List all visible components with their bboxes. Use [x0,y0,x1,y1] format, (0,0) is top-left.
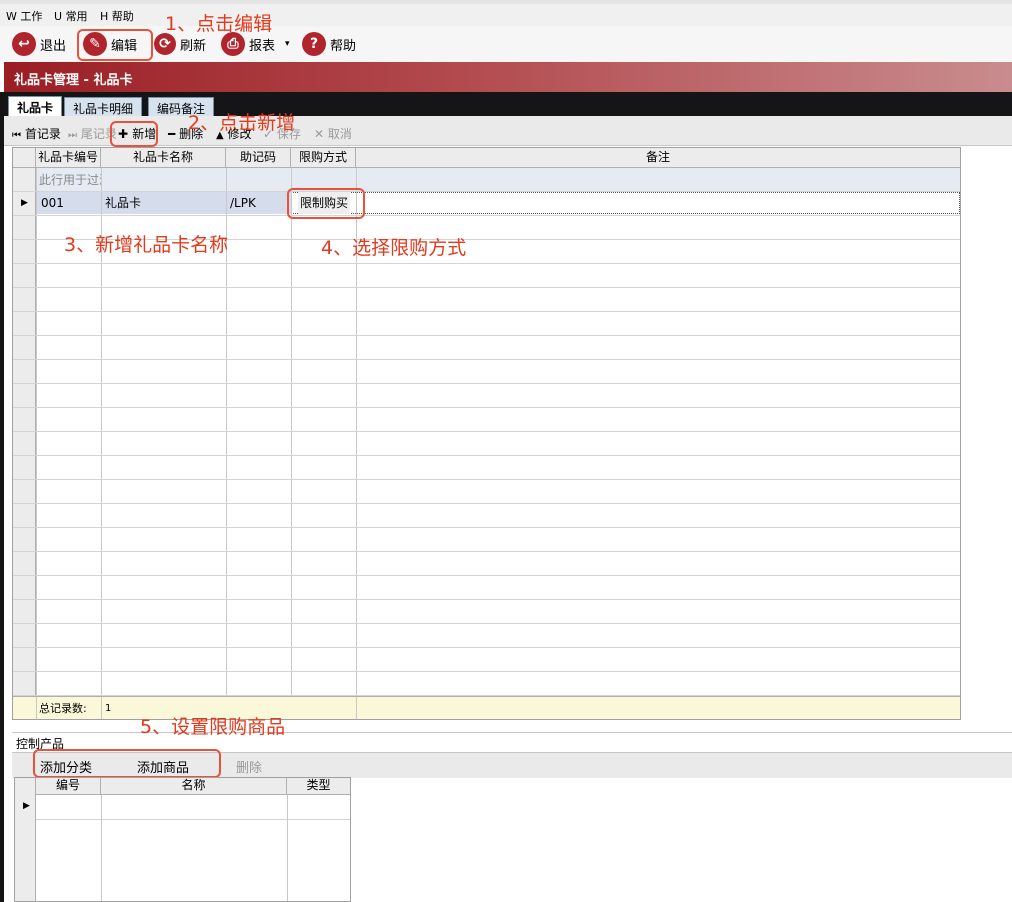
cancel-button[interactable]: ✕ 取消 [314,125,352,142]
first-record-button[interactable]: ⏮ 首记录 [12,125,61,142]
footer-separator [36,697,37,719]
menu-bar: W 工作 U 常用 H 帮助 [0,0,1012,26]
sub-col-separator [101,795,102,901]
sub-row-indicator-column [15,778,36,901]
control-delete-button[interactable]: 删除 [236,757,262,776]
module-title-bar: 礼品卡管理 - 礼品卡 [4,62,1012,92]
row-line [13,359,960,360]
row-line [13,215,960,216]
row-line [13,671,960,672]
row-line [13,551,960,552]
cell-code[interactable]: 001 [41,192,64,214]
row-line [13,455,960,456]
annotation-step-4: 4、选择限购方式 [321,237,467,259]
filter-hint: 此行用于过滤 [39,173,101,187]
tab-gift-card-detail[interactable]: 礼品卡明细 [64,97,143,116]
menu-label: 帮助 [111,10,134,23]
refresh-icon: ⟳ [154,33,176,55]
sub-col-header-name[interactable]: 名称 [101,778,287,795]
col-separator [291,168,292,716]
annotation-step-5: 5、设置限购商品 [140,716,286,738]
total-records-count: 1 [105,703,112,714]
footer-separator [356,697,357,719]
row-line [13,503,960,504]
edit-highlight-box [77,29,153,61]
row-line [13,431,960,432]
menu-item-work[interactable]: W 工作 [6,8,42,24]
sub-col-header-type[interactable]: 类型 [287,778,350,795]
row-focus-border [291,192,960,214]
dropdown-arrow-icon[interactable]: ▾ [285,39,290,49]
sub-col-header-code[interactable]: 编号 [36,778,101,795]
menu-item-help[interactable]: H 帮助 [100,8,134,24]
menu-key: W [6,10,17,23]
control-product-grid: 编号 名称 类型 ▶ [14,777,351,902]
menu-label: 常用 [65,10,88,23]
row-line [13,575,960,576]
row-line [13,623,960,624]
last-record-icon: ⏭ [68,130,77,141]
row-line [13,263,960,264]
sub-row-line [36,819,350,820]
exit-label: 退出 [40,38,67,54]
cancel-label: 取消 [327,127,352,141]
menu-label: 工作 [20,10,43,23]
row-line [13,287,960,288]
menu-key: H [100,10,109,23]
col-separator [36,168,37,716]
footer-separator [101,697,102,719]
annotation-step-1: 1、点击编辑 [165,13,273,35]
first-record-icon: ⏮ [12,130,21,141]
annotation-step-3: 3、新增礼品卡名称 [64,234,229,256]
exit-icon: ↩ [12,32,36,56]
col-header-limit[interactable]: 限购方式 [291,148,356,168]
grid-corner [13,148,36,168]
add-highlight-box [110,121,158,147]
col-header-mnemonic[interactable]: 助记码 [226,148,291,168]
close-icon: ✕ [314,127,325,141]
menu-item-common[interactable]: U 常用 [54,8,88,24]
limit-highlight-box [287,188,365,219]
row-line [13,647,960,648]
first-record-label: 首记录 [24,127,61,141]
tab-gift-card[interactable]: 礼品卡 [8,96,63,116]
row-line [13,191,960,192]
filter-row[interactable] [36,168,960,191]
report-label: 报表 [249,38,276,54]
total-records-label: 总记录数: [39,702,87,715]
row-line [13,311,960,312]
question-icon: ? [302,32,326,56]
sub-col-separator [287,795,288,901]
cell-mnemonic[interactable]: /LPK [230,192,256,214]
help-label: 帮助 [330,38,357,54]
module-title: 礼品卡管理 - 礼品卡 [14,73,133,88]
row-indicator-column [13,168,36,696]
tab-strip: 礼品卡 礼品卡明细 编码备注 [4,92,1012,116]
sub-current-row-arrow-icon: ▶ [23,801,30,811]
row-line [13,383,960,384]
minus-icon: ━ [168,127,176,141]
row-line [13,335,960,336]
cell-name[interactable]: 礼品卡 [105,192,141,214]
col-header-note[interactable]: 备注 [356,148,960,168]
col-header-name[interactable]: 礼品卡名称 [101,148,226,168]
exit-button[interactable]: ↩ 退出 [12,30,66,58]
menu-key: U [54,10,63,23]
control-highlight-box [33,749,221,778]
row-line [13,479,960,480]
left-border [0,92,4,902]
col-header-code[interactable]: 礼品卡编号 [36,148,101,168]
row-line [13,527,960,528]
help-button[interactable]: ? 帮助 [302,30,356,58]
row-line [13,599,960,600]
row-line [13,407,960,408]
annotation-step-2: 2、点击新增 [188,112,296,134]
current-row-arrow-icon: ▶ [21,198,28,208]
refresh-label: 刷新 [180,38,207,54]
